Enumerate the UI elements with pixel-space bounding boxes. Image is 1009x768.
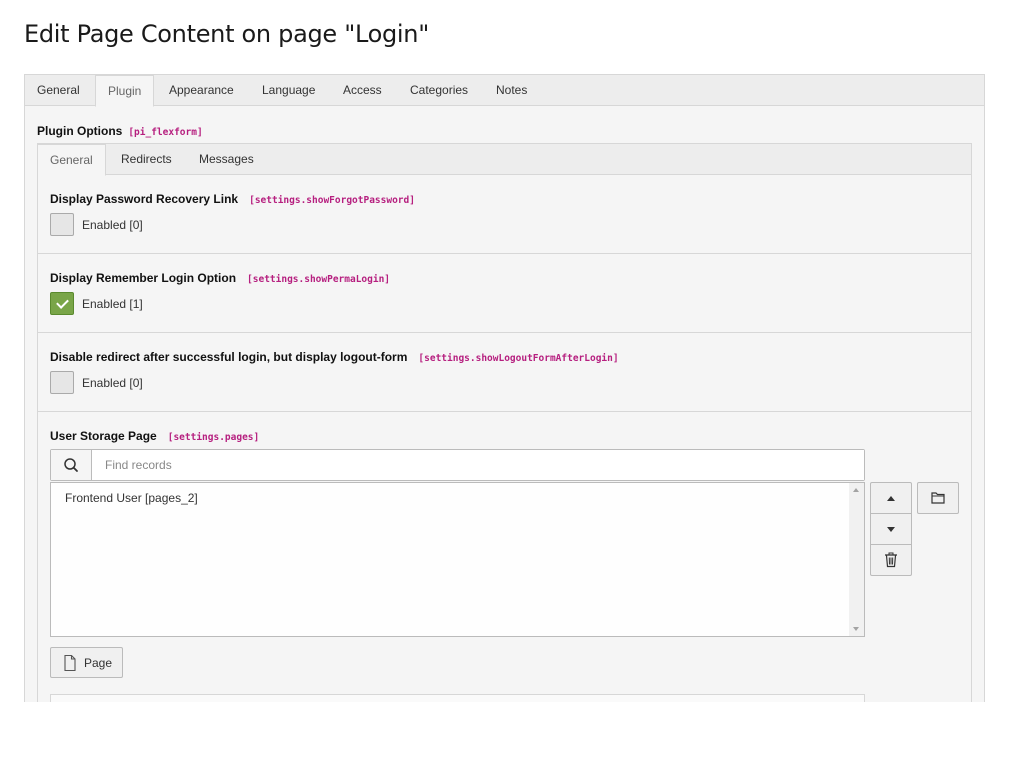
- show-logout-form-checkbox[interactable]: [50, 371, 74, 394]
- caret-up-icon: [887, 496, 895, 501]
- tab-categories[interactable]: Categories: [398, 75, 480, 106]
- field-user-storage-page: User Storage Page [settings.pages] Fronte…: [38, 412, 971, 702]
- selected-records-list[interactable]: Frontend User [pages_2]: [50, 482, 865, 637]
- move-up-button[interactable]: [870, 482, 912, 514]
- field-label-text: Disable redirect after successful login,…: [50, 350, 408, 364]
- page-title: Edit Page Content on page "Login": [24, 20, 429, 48]
- add-page-button-label: Page: [84, 656, 113, 670]
- checkbox-label: Enabled [0]: [82, 218, 143, 232]
- browse-records-button[interactable]: [917, 482, 959, 514]
- subtab-redirects[interactable]: Redirects: [109, 144, 184, 175]
- field-show-perma-login: Display Remember Login Option [settings.s…: [38, 254, 971, 333]
- checkbox-label: Enabled [1]: [82, 297, 143, 311]
- next-field-input[interactable]: [50, 694, 865, 702]
- subtab-general[interactable]: General: [38, 144, 106, 176]
- content-element-form: General Plugin Appearance Language Acces…: [24, 74, 985, 702]
- record-search-input[interactable]: [92, 450, 864, 480]
- tab-access[interactable]: Access: [331, 75, 394, 106]
- field-label-text: User Storage Page: [50, 429, 157, 443]
- checkbox-label: Enabled [0]: [82, 376, 143, 390]
- show-forgot-password-checkbox[interactable]: [50, 213, 74, 236]
- field-label: Display Password Recovery Link [settings.…: [50, 192, 415, 206]
- search-icon[interactable]: [51, 450, 92, 480]
- add-page-button[interactable]: Page: [50, 647, 123, 678]
- trash-icon: [885, 552, 897, 568]
- tab-appearance[interactable]: Appearance: [157, 75, 246, 106]
- field-show-forgot-password: Display Password Recovery Link [settings.…: [38, 175, 971, 254]
- list-item[interactable]: Frontend User [pages_2]: [65, 491, 198, 505]
- field-label-text: Display Password Recovery Link: [50, 192, 239, 206]
- field-show-logout-form: Disable redirect after successful login,…: [38, 333, 971, 412]
- tab-language[interactable]: Language: [250, 75, 327, 106]
- record-search-group: [50, 449, 865, 481]
- subtab-messages[interactable]: Messages: [187, 144, 266, 175]
- plugin-options-panel: General Redirects Messages Display Passw…: [37, 143, 972, 702]
- plugin-options-title: Plugin Options: [37, 124, 123, 138]
- tab-plugin[interactable]: Plugin: [95, 75, 155, 107]
- caret-down-icon: [887, 527, 895, 532]
- move-down-button[interactable]: [870, 513, 912, 545]
- field-label: Display Remember Login Option [settings.s…: [50, 271, 390, 285]
- tab-notes[interactable]: Notes: [484, 75, 539, 106]
- scroll-down-arrow-icon[interactable]: [853, 627, 859, 631]
- field-label-text: Display Remember Login Option: [50, 271, 237, 285]
- field-label: User Storage Page [settings.pages]: [50, 429, 259, 443]
- field-label: Disable redirect after successful login,…: [50, 350, 619, 364]
- remove-record-button[interactable]: [870, 544, 912, 576]
- field-code: [settings.showLogoutFormAfterLogin]: [418, 353, 619, 364]
- list-scrollbar[interactable]: [849, 483, 864, 636]
- show-perma-login-checkbox[interactable]: [50, 292, 74, 315]
- tab-general[interactable]: General: [25, 75, 92, 106]
- plugin-options-code: [pi_flexform]: [128, 127, 203, 138]
- document-icon: [64, 654, 76, 672]
- main-tab-bar: General Plugin Appearance Language Acces…: [25, 75, 984, 107]
- scroll-up-arrow-icon[interactable]: [853, 488, 859, 492]
- field-code: [settings.showPermaLogin]: [247, 274, 391, 285]
- field-code: [settings.showForgotPassword]: [249, 195, 415, 206]
- field-code: [settings.pages]: [167, 432, 260, 443]
- folder-icon: [931, 492, 945, 504]
- sub-tab-bar: General Redirects Messages: [38, 144, 971, 176]
- plugin-options-label: Plugin Options [pi_flexform]: [37, 124, 203, 138]
